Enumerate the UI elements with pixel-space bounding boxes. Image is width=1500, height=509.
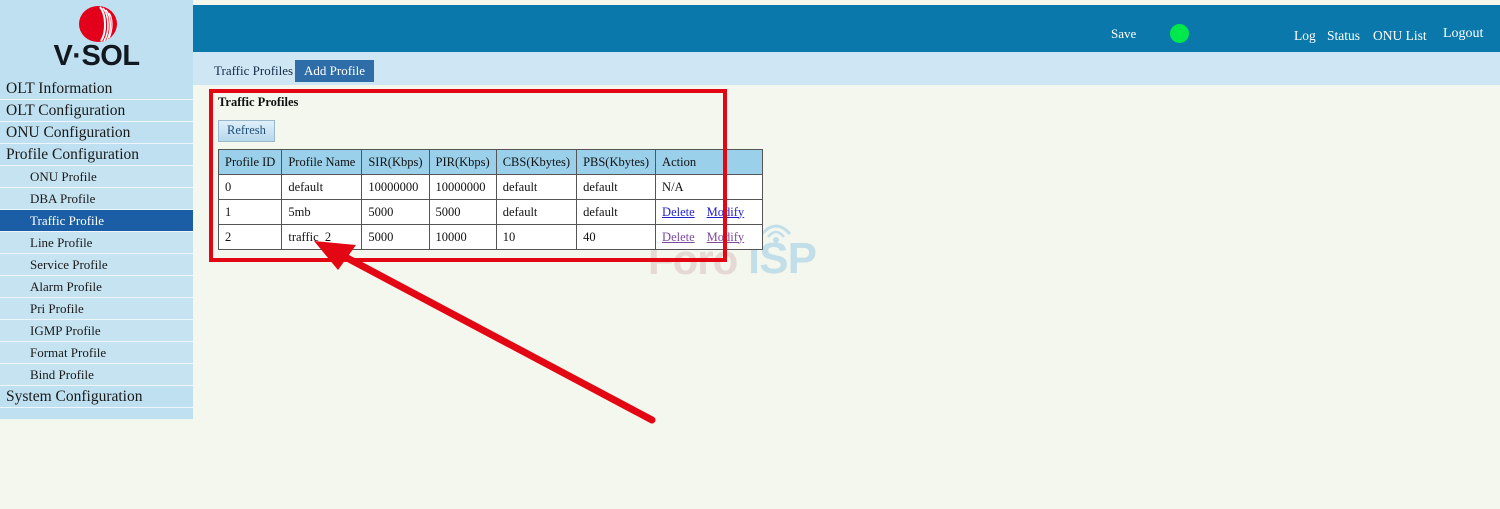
table-row: 0 default 10000000 10000000 default default N/… xyxy=(217,174,764,200)
logout-link[interactable]: Logout xyxy=(1443,26,1483,42)
sidebar-item-olt-configuration[interactable]: OLT Configuration xyxy=(0,100,193,122)
sidebar-item-profile-configuration[interactable]: Profile Configuration xyxy=(0,144,193,166)
column-header-pbs: PBS(Kbytes) xyxy=(576,149,657,175)
column-header-cbs: CBS(Kbytes) xyxy=(495,149,578,175)
cell-sir: 5000 xyxy=(361,199,430,225)
sidebar-item-bind-profile[interactable]: Bind Profile xyxy=(0,364,193,386)
sidebar-item-olt-information[interactable]: OLT Information xyxy=(0,78,193,100)
cell-profile-id: 2 xyxy=(217,224,283,250)
sidebar-item-traffic-profile[interactable]: Traffic Profile xyxy=(0,210,193,232)
brand-logo-area: V·SOL xyxy=(0,0,193,78)
sidebar-item-igmp-profile[interactable]: IGMP Profile xyxy=(0,320,193,342)
cell-pbs: default xyxy=(576,174,657,200)
cell-pir: 5000 xyxy=(428,199,497,225)
sidebar-item-pri-profile[interactable]: Pri Profile xyxy=(0,298,193,320)
column-header-profile-id: Profile ID xyxy=(217,149,283,175)
delete-link[interactable]: Delete xyxy=(662,205,695,219)
cell-profile-name: 5mb xyxy=(281,199,363,225)
sidebar-item-service-profile[interactable]: Service Profile xyxy=(0,254,193,276)
table-row: 2 traffic_2 5000 10000 10 40 Delete Modify xyxy=(217,224,764,250)
sidebar-menu: OLT Information OLT Configuration ONU Conf… xyxy=(0,78,193,408)
main-content: Foro iSP Traffic Profiles Refresh Profil… xyxy=(193,85,1500,509)
traffic-profiles-panel: Traffic Profiles Refresh Profile ID Prof… xyxy=(209,89,764,250)
column-header-pir: PIR(Kbps) xyxy=(428,149,497,175)
cell-cbs: default xyxy=(495,199,578,225)
sidebar-item-onu-configuration[interactable]: ONU Configuration xyxy=(0,122,193,144)
sidebar: V·SOL OLT Information OLT Configuration ON… xyxy=(0,0,193,419)
column-header-profile-name: Profile Name xyxy=(281,149,363,175)
cell-cbs: default xyxy=(495,174,578,200)
cell-action: Delete Modify xyxy=(655,224,764,250)
table-body: 0 default 10000000 10000000 default default N/… xyxy=(217,174,764,250)
tab-strip: Traffic Profiles Add Profile xyxy=(193,52,1500,85)
cell-action: N/A xyxy=(655,174,764,200)
sidebar-item-onu-profile[interactable]: ONU Profile xyxy=(0,166,193,188)
tab-add-profile[interactable]: Add Profile xyxy=(295,60,375,82)
delete-link[interactable]: Delete xyxy=(662,230,695,244)
column-header-sir: SIR(Kbps) xyxy=(361,149,430,175)
cell-profile-name: default xyxy=(281,174,363,200)
sidebar-item-alarm-profile[interactable]: Alarm Profile xyxy=(0,276,193,298)
column-header-action: Action xyxy=(655,149,764,175)
cell-profile-id: 0 xyxy=(217,174,283,200)
panel-title: Traffic Profiles xyxy=(218,95,299,109)
cell-pbs: default xyxy=(576,199,657,225)
table-row: 1 5mb 5000 5000 default default Delete Modify xyxy=(217,199,764,225)
traffic-profiles-table: Profile ID Profile Name SIR(Kbps) PIR(Kb… xyxy=(217,149,764,250)
log-link[interactable]: Log xyxy=(1294,28,1316,44)
refresh-button[interactable]: Refresh xyxy=(218,120,275,142)
tab-traffic-profiles[interactable]: Traffic Profiles xyxy=(205,60,303,82)
cell-action: Delete Modify xyxy=(655,199,764,225)
table-header-row: Profile ID Profile Name SIR(Kbps) PIR(Kb… xyxy=(217,149,764,175)
status-dot-icon xyxy=(1170,24,1189,43)
modify-link[interactable]: Modify xyxy=(707,205,745,219)
sidebar-item-line-profile[interactable]: Line Profile xyxy=(0,232,193,254)
onu-list-link[interactable]: ONU List xyxy=(1373,28,1427,44)
sidebar-item-system-configuration[interactable]: System Configuration xyxy=(0,386,193,408)
status-link[interactable]: Status xyxy=(1327,28,1360,44)
cell-cbs: 10 xyxy=(495,224,578,250)
cell-pir: 10000000 xyxy=(428,174,497,200)
cell-profile-name: traffic_2 xyxy=(281,224,363,250)
sidebar-item-dba-profile[interactable]: DBA Profile xyxy=(0,188,193,210)
cell-pir: 10000 xyxy=(428,224,497,250)
cell-pbs: 40 xyxy=(576,224,657,250)
save-button[interactable]: Save xyxy=(1111,26,1136,42)
cell-sir: 10000000 xyxy=(361,174,430,200)
sidebar-item-format-profile[interactable]: Format Profile xyxy=(0,342,193,364)
cell-profile-id: 1 xyxy=(217,199,283,225)
vsol-shell-logo-icon xyxy=(79,6,117,42)
table-header: Profile ID Profile Name SIR(Kbps) PIR(Kb… xyxy=(217,149,764,175)
modify-link[interactable]: Modify xyxy=(707,230,745,244)
top-header-bar: Save Log Status ONU List Logout xyxy=(193,5,1500,52)
brand-wordmark: V·SOL xyxy=(53,40,140,72)
cell-sir: 5000 xyxy=(361,224,430,250)
